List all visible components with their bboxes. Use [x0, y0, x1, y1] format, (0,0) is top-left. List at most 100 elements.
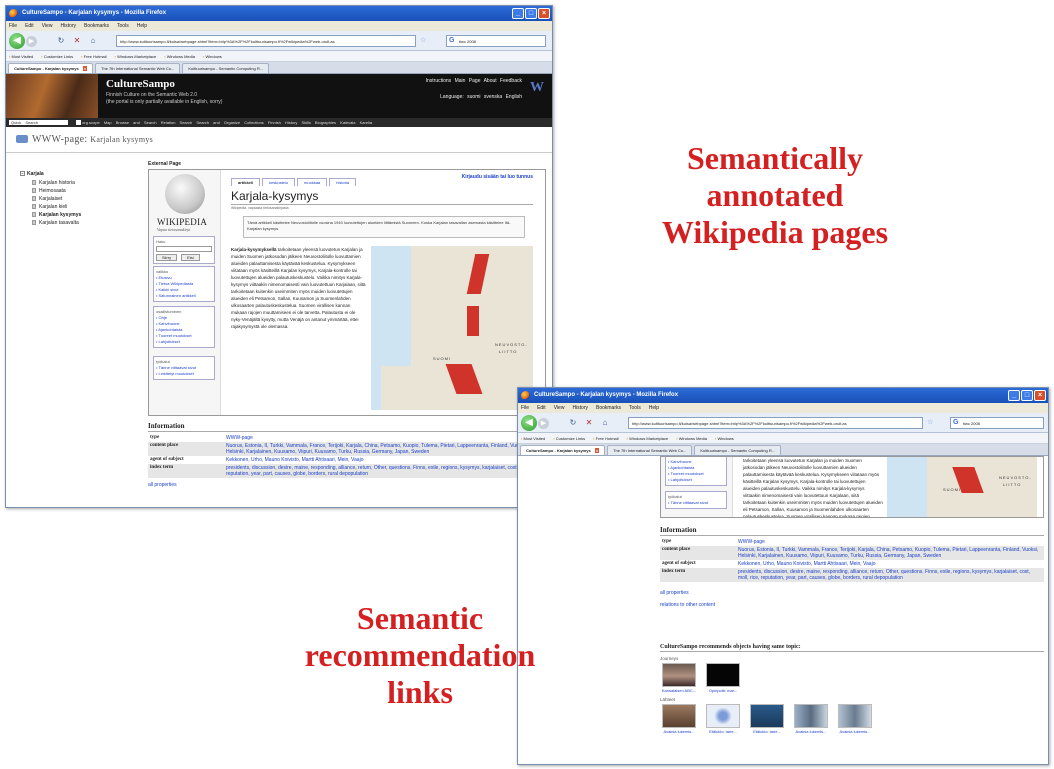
recommendation-item[interactable]: Etälukio: tarie...	[748, 704, 786, 734]
find-button[interactable]: Etsi	[181, 254, 200, 261]
bookmark-item[interactable]: Customize Links	[553, 433, 585, 443]
menu-edit[interactable]: Edit	[537, 403, 546, 413]
stop-icon[interactable]: ✕	[584, 418, 594, 428]
stop-icon[interactable]: ✕	[72, 36, 82, 46]
language-links[interactable]: Language: suomi svenska English	[440, 94, 522, 100]
tree-item-selected[interactable]: Karjalan kysymys	[20, 211, 138, 219]
forward-arrow-icon[interactable]: ▶	[538, 418, 549, 429]
recommendation-item[interactable]: Kansalaisen ABC...	[660, 663, 698, 693]
bookmark-item[interactable]: Free Hotmail	[81, 51, 107, 61]
menu-edit[interactable]: Edit	[25, 21, 34, 31]
wikipedia-search-input[interactable]	[156, 246, 212, 252]
tab-kulttuurisampo[interactable]: Kulttuurisampo - Semantic Computing R...	[694, 445, 782, 455]
tab-article[interactable]: artikkeli	[231, 178, 261, 186]
menu-view[interactable]: View	[554, 403, 565, 413]
property-value-link[interactable]: Nuorus, Estonia, II, Turkki, Vammala, Fr…	[224, 442, 546, 456]
tree-item[interactable]: Heimosaata	[20, 187, 138, 195]
go-button[interactable]: Siirry	[156, 254, 178, 261]
property-value-link[interactable]: Kekkonen, Urho, Mauno Koivisto, Martti A…	[736, 560, 1044, 568]
minimize-button[interactable]: _	[1008, 390, 1020, 401]
tab-culturesampo[interactable]: CultureSampo - Karjalan kysymys ×	[8, 63, 94, 73]
back-arrow-icon[interactable]: ◀	[9, 33, 25, 49]
maximize-button[interactable]: □	[525, 8, 537, 19]
tree-item[interactable]: Karjalan historia	[20, 179, 138, 187]
collapse-icon[interactable]: −	[20, 171, 25, 176]
search-input[interactable]: G tiwc 2008	[950, 417, 1044, 429]
login-link[interactable]: Kirjaudu sisään tai luo tunnus	[462, 174, 533, 180]
tree-item[interactable]: Karjalan tasavalta	[20, 219, 138, 227]
menu-bookmarks[interactable]: Bookmarks	[84, 21, 109, 31]
menu-tools[interactable]: Tools	[629, 403, 641, 413]
top-links[interactable]: Instructions Main Page About Feedback	[426, 78, 522, 84]
menu-history[interactable]: History	[572, 403, 588, 413]
recommendation-item[interactable]: Avainia lukemis...	[660, 704, 698, 734]
bookmark-item[interactable]: Windows	[203, 51, 222, 61]
all-properties-link[interactable]: all properties	[148, 482, 546, 488]
site-brand[interactable]: CultureSampo	[106, 78, 175, 90]
scope-checkbox[interactable]	[76, 120, 82, 126]
menu-tools[interactable]: Tools	[117, 21, 129, 31]
bookmark-item[interactable]: Most Visited	[521, 433, 546, 443]
window-titlebar[interactable]: CultureSampo - Karjalan kysymys - Mozill…	[6, 6, 552, 21]
bookmark-item[interactable]: Customize Links	[41, 51, 73, 61]
property-value-link[interactable]: presidents, discussion, desire, maine, r…	[736, 568, 1044, 582]
tab-close-icon[interactable]: ×	[594, 448, 600, 453]
back-arrow-icon[interactable]: ◀	[521, 415, 537, 431]
home-icon[interactable]: ⌂	[88, 36, 98, 46]
tab-iswc[interactable]: The 7th International Semantic Web Co...	[95, 63, 181, 73]
menu-help[interactable]: Help	[137, 21, 147, 31]
close-button[interactable]: ×	[1034, 390, 1046, 401]
tab-close-icon[interactable]: ×	[82, 66, 88, 71]
tab-kulttuurisampo[interactable]: Kulttuurisampo - Semantic Computing R...	[182, 63, 270, 73]
reload-icon[interactable]: ↻	[568, 418, 578, 428]
bookmark-item[interactable]: Windows Marketplace	[627, 433, 668, 443]
tree-item[interactable]: Karjalan kieli	[20, 203, 138, 211]
property-value-link[interactable]: WWW-page	[224, 434, 546, 442]
quick-search-input[interactable]: Quick Search	[9, 120, 69, 125]
forward-arrow-icon[interactable]: ▶	[26, 36, 37, 47]
tools-link[interactable]: Tänne viittaavat sivut	[668, 500, 724, 506]
property-value-link[interactable]: WWW-page	[736, 538, 1044, 546]
site-nav-links[interactable]: Map Browse and Search Relation Search Se…	[104, 120, 372, 125]
recommendation-item[interactable]: Etälukio: tarie...	[704, 704, 742, 734]
tree-item[interactable]: Karjalaiset	[20, 195, 138, 203]
recommendation-item[interactable]: Avainia lukemis...	[836, 704, 874, 734]
tab-edit[interactable]: muokkaa	[297, 178, 328, 186]
tree-root[interactable]: − Karjala	[20, 171, 138, 177]
bookmark-item[interactable]: Windows Media	[676, 433, 707, 443]
tab-discussion[interactable]: keskustelu	[262, 178, 296, 186]
url-input[interactable]: http://www.kulttuurisampo.fi/kulsa/webpa…	[628, 417, 923, 429]
bookmark-item[interactable]: Windows	[715, 433, 734, 443]
all-properties-link[interactable]: all properties	[660, 590, 1044, 596]
property-value-link[interactable]: Kekkonen, Urho, Mauno Koivisto, Martti A…	[224, 456, 546, 464]
home-icon[interactable]: ⌂	[600, 418, 610, 428]
bookmark-item[interactable]: Free Hotmail	[593, 433, 619, 443]
recommendation-item[interactable]: Avainia lukemis...	[792, 704, 830, 734]
community-link[interactable]: Lahjoitukset	[668, 477, 724, 483]
bookmark-item[interactable]: Most Visited	[9, 51, 34, 61]
close-button[interactable]: ×	[538, 8, 550, 19]
url-input[interactable]: http://www.kulttuurisampo.fi/kulsa/webpa…	[116, 35, 416, 47]
search-input[interactable]: G tiwc 2008	[446, 35, 546, 47]
tools-link[interactable]: Linkitetyt muutokset	[156, 371, 212, 377]
article-map[interactable]: SUOMI NEUVOSTO- LIITTO	[371, 246, 533, 410]
property-value-link[interactable]: presidents, discussion, desire, maine, r…	[224, 464, 546, 478]
community-link[interactable]: Lahjoitukset	[156, 339, 212, 345]
bookmark-item[interactable]: Windows Marketplace	[115, 51, 156, 61]
bookmark-item[interactable]: Windows Media	[164, 51, 195, 61]
menu-view[interactable]: View	[42, 21, 53, 31]
tab-iswc[interactable]: The 7th International Semantic Web Co...	[607, 445, 693, 455]
property-value-link[interactable]: Nuorus, Estonia, II, Turkki, Vammala, Fr…	[736, 546, 1044, 560]
menu-bookmarks[interactable]: Bookmarks	[596, 403, 621, 413]
menu-history[interactable]: History	[60, 21, 76, 31]
menu-file[interactable]: File	[521, 403, 529, 413]
tab-culturesampo[interactable]: CultureSampo - Karjalan kysymys ×	[520, 445, 606, 455]
relations-link[interactable]: relations to other content	[660, 602, 1044, 608]
recommendation-item[interactable]: Opinpotti: mar...	[704, 663, 742, 693]
wikipedia-globe-icon[interactable]	[165, 174, 205, 214]
article-map[interactable]: SUOMI NEUVOSTO- LIITTO	[887, 457, 1037, 517]
bookmark-star-icon[interactable]: ☆	[927, 418, 933, 426]
menu-help[interactable]: Help	[649, 403, 659, 413]
nav-link[interactable]: Satunnainen artikkeli	[156, 293, 212, 299]
menu-file[interactable]: File	[9, 21, 17, 31]
